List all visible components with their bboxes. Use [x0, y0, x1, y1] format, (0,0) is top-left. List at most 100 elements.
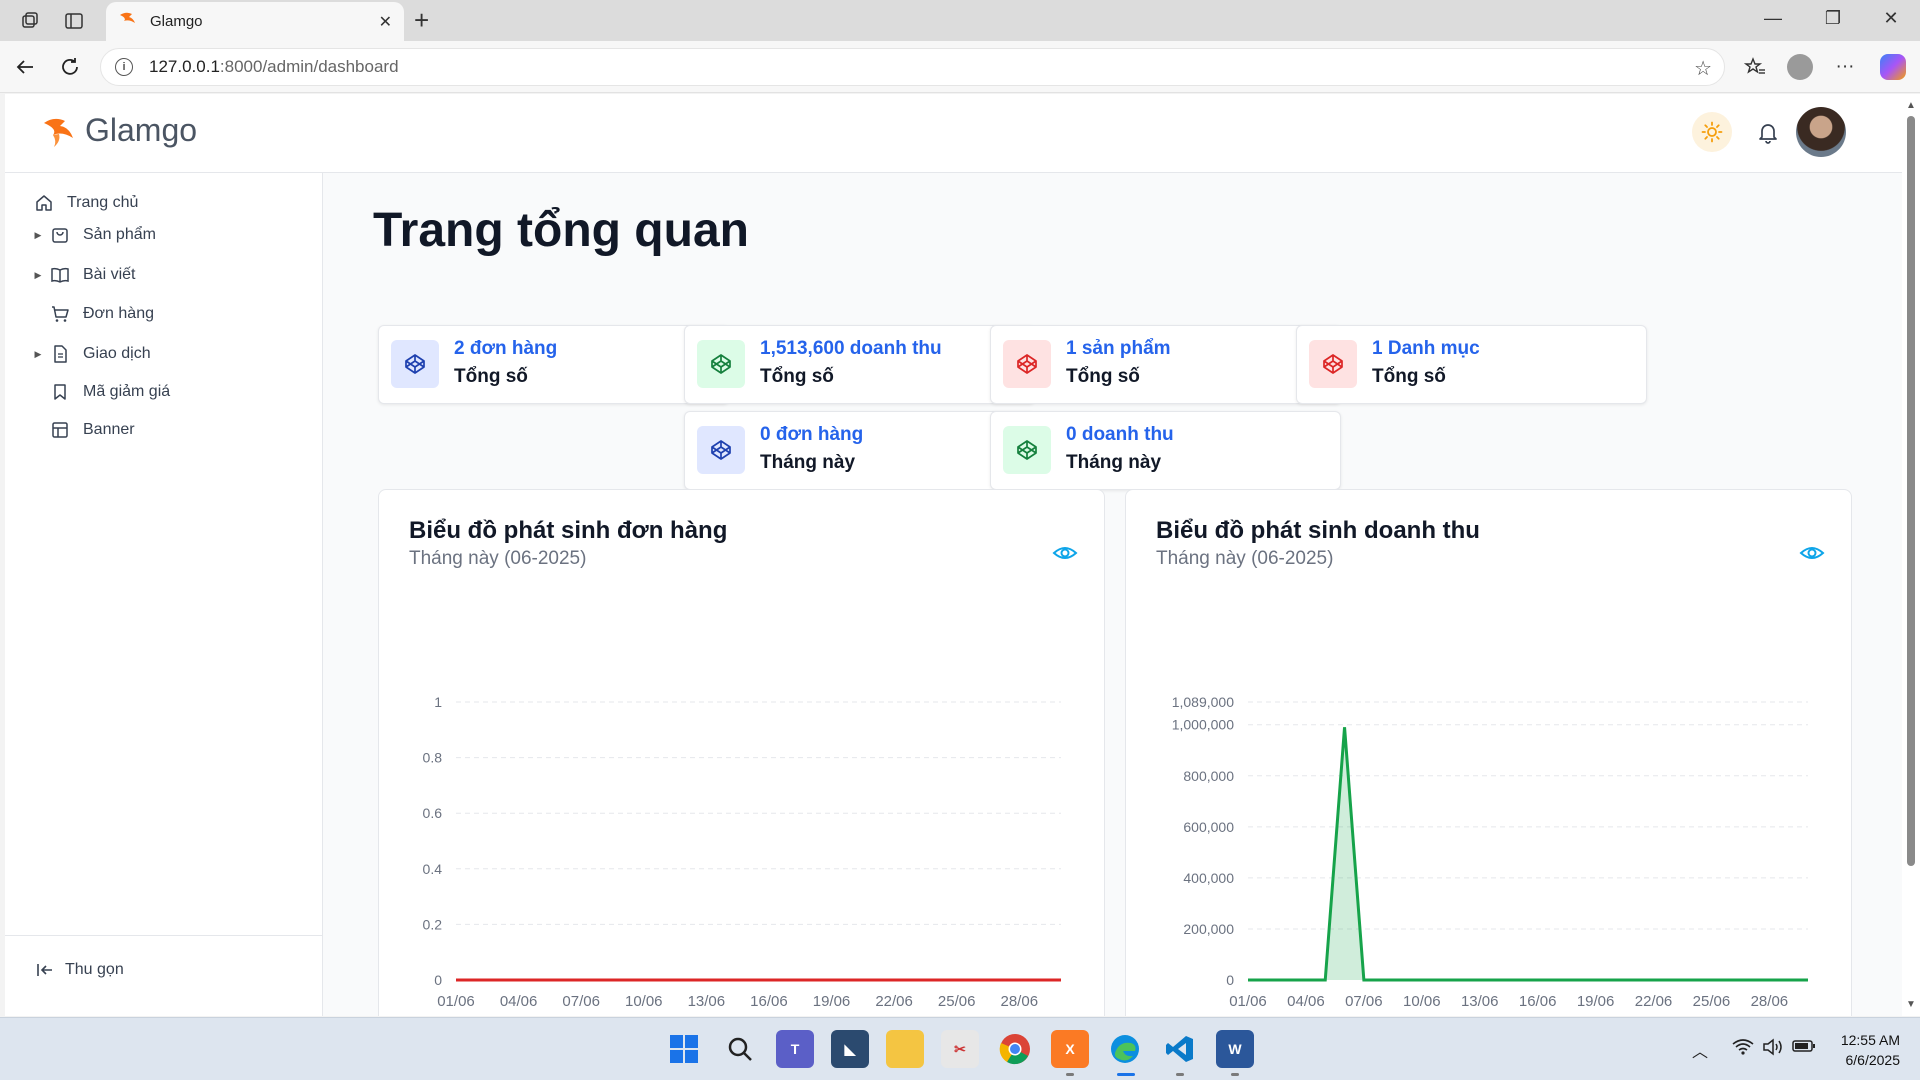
stat-value: 2 đơn hàng [454, 338, 558, 359]
view-chart-button[interactable] [1799, 540, 1825, 571]
volume-icon[interactable] [1762, 1038, 1784, 1061]
theme-toggle-button[interactable] [1692, 112, 1732, 152]
tab-close-icon[interactable]: ✕ [379, 12, 392, 32]
wifi-icon[interactable] [1732, 1038, 1754, 1061]
database-tool-icon[interactable]: ◣ [831, 1030, 869, 1068]
collapse-label: Thu gọn [65, 961, 124, 978]
file-explorer-icon[interactable] [886, 1030, 924, 1068]
snipping-tool-icon[interactable]: ✂ [941, 1030, 979, 1068]
sidebar-item-posts[interactable]: ▶ Bài viết [33, 261, 136, 289]
sidebar-item-coupons[interactable]: Mã giảm giá [49, 378, 170, 406]
page-scrollbar[interactable]: ▲ ▼ [1902, 94, 1920, 1016]
y-tick-label: 0 [1226, 972, 1234, 988]
start-icon[interactable] [665, 1030, 703, 1068]
eye-icon [1052, 547, 1078, 559]
sidebar-item-orders[interactable]: Đơn hàng [49, 300, 154, 328]
browser-tab[interactable]: Glamgo ✕ [106, 2, 404, 41]
sidebar-item-banner[interactable]: Banner [49, 416, 135, 444]
y-tick-label: 0.2 [423, 916, 443, 932]
caret-right-icon: ▶ [34, 348, 42, 359]
orders-chart-card: Biểu đồ phát sinh đơn hàng Tháng này (06… [378, 489, 1105, 1016]
more-options-icon[interactable]: ··· [1831, 53, 1859, 81]
sidebar-item-products[interactable]: ▶ Sản phẩm [33, 221, 156, 249]
system-clock[interactable]: 12:55 AM 6/6/2025 [1820, 1030, 1900, 1070]
site-info-icon[interactable]: i [115, 58, 133, 76]
app-header: Glamgo [5, 94, 1902, 173]
stat-label: Tổng số [1372, 366, 1446, 387]
codepen-icon [1003, 426, 1051, 474]
close-window-button[interactable]: ✕ [1871, 8, 1911, 29]
clock-time: 12:55 AM [1840, 1032, 1900, 1048]
x-tick-label: 25/06 [1693, 993, 1731, 1010]
sidebar-item-label: Giao dịch [83, 345, 151, 362]
search-icon[interactable] [721, 1030, 759, 1068]
bookmark-icon [49, 381, 71, 403]
show-hidden-icons-icon[interactable]: ︿ [1692, 1038, 1708, 1062]
eye-icon [1799, 547, 1825, 559]
document-icon [49, 343, 71, 365]
x-tick-label: 28/06 [1751, 993, 1789, 1010]
battery-icon[interactable] [1792, 1038, 1816, 1059]
stat-value: 0 đơn hàng [760, 424, 864, 445]
edge-icon[interactable] [1106, 1030, 1144, 1068]
reload-button[interactable] [56, 53, 84, 81]
stat-value: 0 doanh thu [1066, 424, 1174, 445]
favorite-star-icon[interactable]: ☆ [1694, 56, 1712, 81]
main-content: Trang tổng quan 2 đơn hàng Tổng số 1,513,6… [323, 173, 1902, 1016]
collapse-sidebar-button[interactable]: Thu gọn [35, 960, 124, 980]
y-tick-label: 0.4 [423, 861, 443, 877]
chrome-icon[interactable] [996, 1030, 1034, 1068]
copilot-icon[interactable] [1879, 53, 1907, 81]
scroll-thumb[interactable] [1907, 116, 1915, 866]
running-indicator [1176, 1073, 1184, 1076]
user-avatar[interactable] [1796, 107, 1846, 157]
back-button[interactable] [11, 53, 39, 81]
chart-title: Biểu đồ phát sinh đơn hàng [409, 517, 728, 544]
sidebar-item-transactions[interactable]: ▶ Giao dịch [33, 340, 151, 368]
word-icon[interactable]: W [1216, 1030, 1254, 1068]
tab-favicon-icon [118, 9, 138, 34]
url-field[interactable]: i 127.0.0.1:8000/admin/dashboard ☆ [100, 48, 1725, 86]
notifications-button[interactable] [1750, 114, 1786, 150]
scroll-up-icon[interactable]: ▲ [1906, 100, 1916, 111]
new-tab-button[interactable]: + [414, 5, 429, 36]
logo[interactable]: Glamgo [41, 112, 197, 149]
running-indicator [1066, 1073, 1074, 1076]
scroll-down-icon[interactable]: ▼ [1906, 999, 1916, 1010]
profile-icon[interactable] [1786, 53, 1814, 81]
x-tick-label: 07/06 [562, 993, 600, 1010]
codepen-icon [1003, 340, 1051, 388]
x-tick-label: 16/06 [750, 993, 788, 1010]
orders-chart: 0 0.2 0.4 0.6 0.8 1 01/06 04/06 07/06 10/06 13/06 1… [423, 694, 1061, 1010]
sidebar-item-home[interactable]: Trang chủ [33, 189, 138, 217]
y-tick-label: 0.6 [423, 805, 443, 821]
minimize-button[interactable]: — [1753, 8, 1793, 29]
view-chart-button[interactable] [1052, 540, 1078, 571]
stat-value: 1,513,600 doanh thu [760, 338, 942, 359]
shopping-bag-icon [49, 224, 71, 246]
y-tick-label: 0 [434, 972, 442, 988]
stat-card: 0 đơn hàng Tháng này [684, 411, 1035, 490]
workspaces-icon[interactable] [17, 8, 43, 34]
y-tick-label: 0.8 [423, 750, 443, 766]
x-tick-label: 13/06 [1461, 993, 1499, 1010]
tab-actions-icon[interactable] [61, 8, 87, 34]
favorites-icon[interactable] [1741, 53, 1769, 81]
tab-title: Glamgo [150, 13, 203, 30]
stat-value: 1 sản phẩm [1066, 338, 1171, 359]
brand-logo-icon [44, 118, 73, 147]
y-tick-label: 1,000,000 [1172, 717, 1234, 733]
restore-button[interactable]: ❐ [1813, 8, 1853, 29]
app-viewport: Glamgo Trang chủ ▶ Sản phẩm ▶ Bài viết Đ… [5, 94, 1902, 1016]
vscode-icon[interactable] [1161, 1030, 1199, 1068]
stat-card: 1 sản phẩm Tổng số [990, 325, 1341, 404]
page-title: Trang tổng quan [373, 204, 749, 257]
teams-icon[interactable]: T [776, 1030, 814, 1068]
url-host: 127.0.0.1 [149, 57, 220, 76]
sidebar-item-label: Mã giảm giá [83, 383, 171, 400]
x-tick-label: 04/06 [500, 993, 538, 1010]
stat-label: Tháng này [760, 452, 856, 473]
xampp-icon[interactable]: X [1051, 1030, 1089, 1068]
y-tick-label: 400,000 [1183, 870, 1234, 886]
caret-right-icon: ▶ [34, 269, 42, 280]
